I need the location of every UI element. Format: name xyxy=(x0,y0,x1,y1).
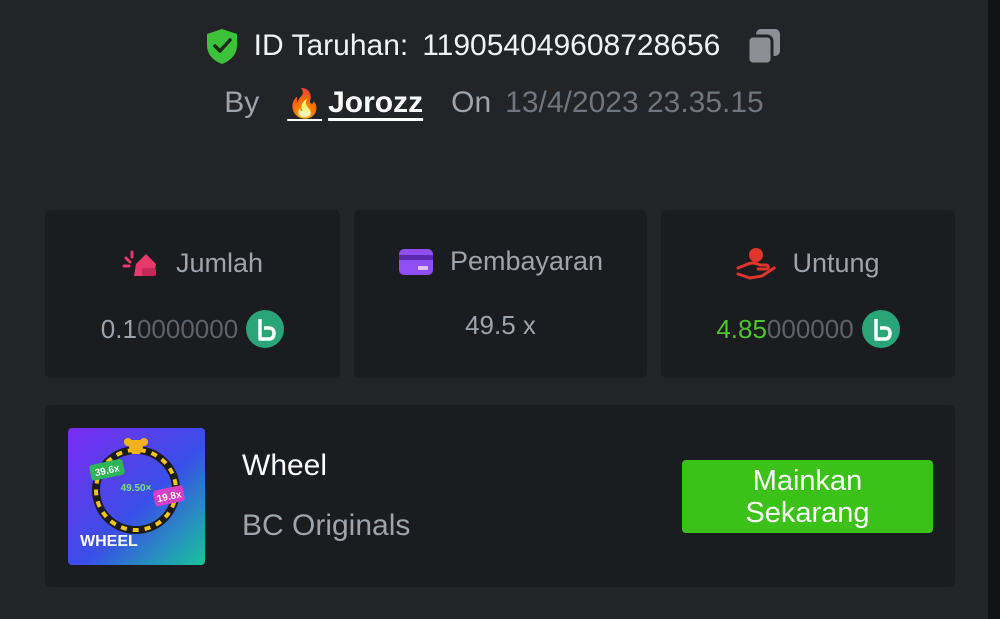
payout-card: Pembayaran 49.5 x xyxy=(354,210,647,378)
bet-date: 13/4/2023 23.35.15 xyxy=(505,86,764,119)
payout-value: 49.5 x xyxy=(465,310,536,340)
game-card: 39.6x 19.8x 49.50× WHEEL Wheel BC Origin… xyxy=(45,405,955,587)
card-icon xyxy=(398,247,434,277)
bet-author-row: By 🔥 Jorozz On 13/4/2023 23.35.15 xyxy=(0,86,988,120)
bet-id-value: 119054049608728656 xyxy=(422,29,721,62)
wheel-game-thumbnail[interactable]: 39.6x 19.8x 49.50× WHEEL xyxy=(68,428,205,565)
bet-id-label: ID Taruhan: xyxy=(253,29,409,62)
user-link[interactable]: 🔥 Jorozz xyxy=(287,86,423,120)
profit-value: 4.85000000 xyxy=(716,313,854,344)
by-label: By xyxy=(224,86,260,119)
copy-icon[interactable] xyxy=(744,26,784,66)
amount-value: 0.10000000 xyxy=(100,313,239,344)
amount-card: Jumlah 0.10000000 xyxy=(45,210,340,378)
game-name[interactable]: Wheel xyxy=(242,449,327,483)
scrollbar-track[interactable] xyxy=(988,0,1000,619)
thumb-title: WHEEL xyxy=(80,533,138,550)
bet-hand-icon xyxy=(122,246,160,280)
game-provider: BC Originals xyxy=(242,509,411,542)
user-name: Jorozz xyxy=(328,86,424,119)
payout-label: Pembayaran xyxy=(449,246,604,276)
bcd-coin-icon xyxy=(246,310,285,348)
on-label: On xyxy=(451,86,492,119)
thumb-center-multiplier: 49.50× xyxy=(121,483,152,494)
profit-hand-icon xyxy=(736,246,776,280)
play-now-button[interactable]: Mainkan Sekarang xyxy=(682,460,933,533)
profit-label: Untung xyxy=(792,247,880,278)
bcd-coin-icon xyxy=(861,310,900,348)
bet-details-panel: ID Taruhan: 119054049608728656 By 🔥 Joro… xyxy=(0,0,988,619)
shield-check-icon xyxy=(204,27,240,65)
profit-card: Untung 4.85000000 xyxy=(661,210,955,378)
fire-icon: 🔥 xyxy=(287,87,323,119)
bet-id-row: ID Taruhan: 119054049608728656 xyxy=(0,26,988,66)
amount-label: Jumlah xyxy=(175,247,264,278)
